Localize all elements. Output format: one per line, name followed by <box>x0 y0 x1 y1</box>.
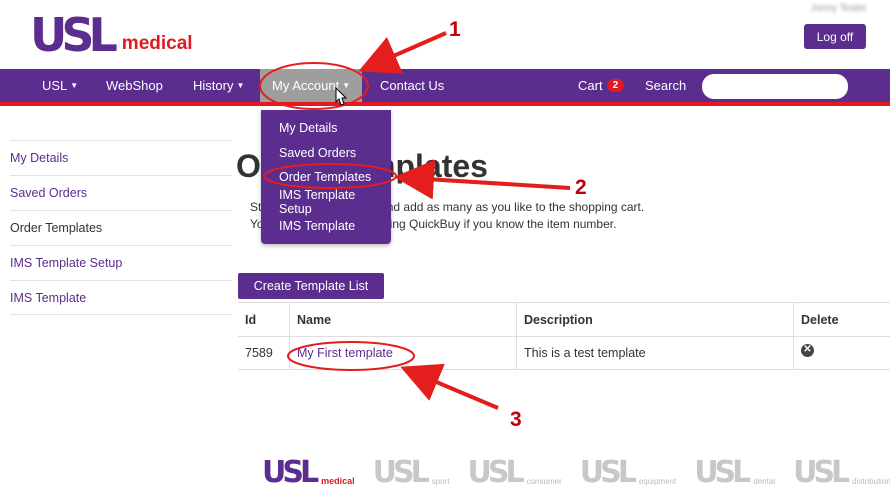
brand-word: sport <box>431 477 450 486</box>
search-label: Search <box>645 78 687 93</box>
nav-my-account[interactable]: My Account ▼ <box>260 69 363 102</box>
logoff-button[interactable]: Log off <box>804 24 866 49</box>
usl-medical-logo[interactable]: USL medical <box>30 12 193 58</box>
logo-word: medical <box>121 33 193 54</box>
column-header-name: Name <box>289 303 516 336</box>
page: USL medical Jonny Tester Log off USL ▼ W… <box>0 0 890 491</box>
template-name-link[interactable]: My First template <box>297 346 393 360</box>
logo-mark: USL <box>30 8 118 62</box>
brand-logo-sport[interactable]: USL sport <box>373 458 450 488</box>
nav-usl-label: USL <box>42 78 68 93</box>
create-template-list-button[interactable]: Create Template List <box>238 273 384 299</box>
brand-word: distribution <box>852 477 890 486</box>
brand-logo-consumer[interactable]: USL consumer <box>468 458 562 488</box>
my-account-dropdown: My Details Saved Orders Order Templates … <box>261 110 391 244</box>
brand-footer: USL medical USL sport USL consumer USL e… <box>262 448 890 488</box>
nav-my-account-label: My Account <box>272 78 340 93</box>
dropdown-item-ims-template[interactable]: IMS Template <box>261 214 391 239</box>
cart-label: Cart <box>578 78 603 93</box>
brand-logo-equipment[interactable]: USL equipment <box>580 458 676 488</box>
caret-down-icon: ▼ <box>236 81 245 90</box>
brand-word: equipment <box>638 477 677 486</box>
brand-logo-medical[interactable]: USL medical <box>262 458 355 488</box>
column-header-description: Description <box>516 303 793 336</box>
nav-webshop[interactable]: WebShop <box>106 69 163 102</box>
sidebar-item-my-details[interactable]: My Details <box>10 140 232 175</box>
nav-cart[interactable]: Cart 2 <box>578 69 625 102</box>
nav-usl[interactable]: USL ▼ <box>42 69 78 102</box>
templates-table: Id Name Description Delete 7589 My First… <box>238 302 890 370</box>
nav-contact-label: Contact Us <box>380 78 445 93</box>
step-number-1: 1 <box>449 18 461 41</box>
sidebar-item-ims-template-setup[interactable]: IMS Template Setup <box>10 245 232 280</box>
brand-word: medical <box>321 476 355 486</box>
brand-logo-dental[interactable]: USL dental <box>694 458 775 488</box>
step-number-3: 3 <box>510 408 522 431</box>
sidebar-item-ims-template[interactable]: IMS Template <box>10 280 232 315</box>
main-navbar: USL ▼ WebShop History ▼ My Account ▼ Con… <box>0 69 890 106</box>
brand-mark: USL <box>793 455 850 490</box>
brand-mark: USL <box>579 455 637 490</box>
brand-mark: USL <box>262 455 319 490</box>
dropdown-item-my-details[interactable]: My Details <box>261 116 391 141</box>
arrow-icon <box>358 31 447 74</box>
nav-history-label: History <box>193 78 234 93</box>
user-name: Jonny Tester <box>810 3 867 14</box>
brand-word: consumer <box>526 477 562 486</box>
delete-circle-x-icon[interactable]: ✕ <box>801 343 814 357</box>
search-input[interactable] <box>702 74 848 99</box>
nav-history[interactable]: History ▼ <box>193 69 244 102</box>
caret-down-icon: ▼ <box>70 81 79 90</box>
delete-cell: ✕ <box>793 337 890 369</box>
column-header-id: Id <box>245 312 257 327</box>
brand-mark: USL <box>694 455 751 490</box>
brand-word: dental <box>753 477 776 486</box>
brand-mark: USL <box>467 455 525 490</box>
template-name-cell: My First template <box>289 337 516 369</box>
nav-contact-us[interactable]: Contact Us <box>380 69 444 102</box>
template-description: This is a test template <box>516 337 793 369</box>
arrow-icon <box>400 363 499 410</box>
step-number-2: 2 <box>575 176 587 199</box>
cart-count-badge: 2 <box>606 79 625 92</box>
dropdown-item-order-templates[interactable]: Order Templates <box>261 165 391 190</box>
sidebar-item-saved-orders[interactable]: Saved Orders <box>10 175 232 210</box>
sidebar-item-order-templates[interactable]: Order Templates <box>10 210 232 245</box>
caret-down-icon: ▼ <box>342 81 351 90</box>
brand-logo-distribution[interactable]: USL distribution <box>793 458 890 488</box>
dropdown-item-saved-orders[interactable]: Saved Orders <box>261 141 391 166</box>
brand-mark: USL <box>372 455 430 490</box>
template-id: 7589 <box>245 346 273 360</box>
table-row: 7589 My First template This is a test te… <box>238 336 890 370</box>
column-header-delete: Delete <box>793 303 890 336</box>
table-header-row: Id Name Description Delete <box>238 302 890 336</box>
account-sidebar: My Details Saved Orders Order Templates … <box>10 140 232 315</box>
nav-webshop-label: WebShop <box>106 78 163 93</box>
dropdown-item-ims-template-setup[interactable]: IMS Template Setup <box>261 188 391 216</box>
